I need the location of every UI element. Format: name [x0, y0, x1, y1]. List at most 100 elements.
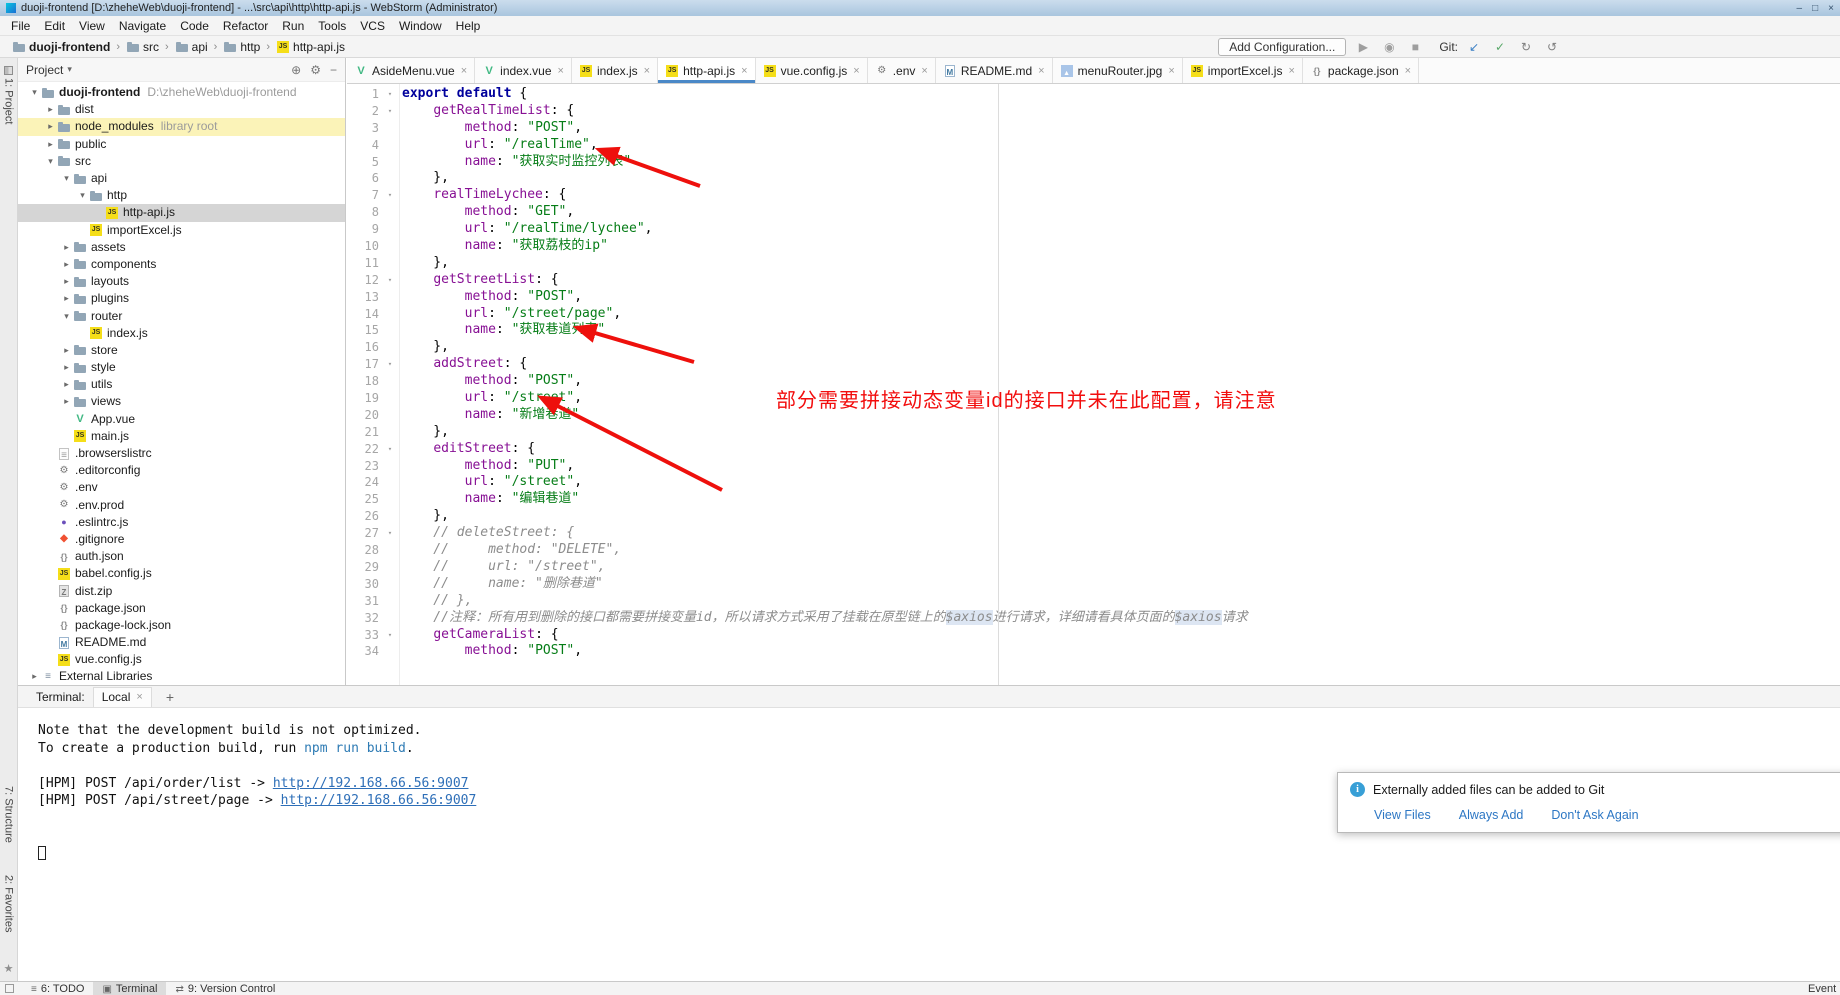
chevron-collapsed-icon[interactable]: ▸ [60, 393, 73, 410]
notification-action-always-add[interactable]: Always Add [1459, 808, 1524, 822]
code-line[interactable]: 14 url: "/street/page", [347, 306, 1840, 323]
tree-item-store[interactable]: ▸store [18, 342, 345, 359]
line-number[interactable]: 2 [347, 103, 383, 120]
settings-gear-icon[interactable]: ⚙ [310, 63, 321, 77]
tree-item-http-api-js[interactable]: http-api.js [18, 204, 345, 221]
git-history-icon[interactable]: ↺ [1542, 40, 1562, 54]
tree-item-readme-md[interactable]: README.md [18, 634, 345, 651]
add-configuration-button[interactable]: Add Configuration... [1218, 38, 1346, 56]
line-number[interactable]: 13 [347, 289, 383, 306]
tree-item-package-json[interactable]: package.json [18, 600, 345, 617]
tree-item-env[interactable]: .env [18, 479, 345, 496]
chevron-collapsed-icon[interactable]: ▸ [44, 136, 57, 153]
code-line[interactable]: 5 name: "获取实时监控列表" [347, 154, 1840, 171]
line-number[interactable]: 15 [347, 322, 383, 339]
tree-item-env-prod[interactable]: .env.prod [18, 497, 345, 514]
menu-item-tools[interactable]: Tools [311, 17, 353, 35]
editor-tab-asidemenu-vue[interactable]: AsideMenu.vue× [347, 58, 475, 83]
fold-marker-icon[interactable]: ▾ [383, 356, 397, 373]
line-number[interactable]: 12 [347, 272, 383, 289]
close-tab-icon[interactable]: × [1038, 65, 1044, 77]
code-line[interactable]: 26 }, [347, 508, 1840, 525]
line-number[interactable]: 1 [347, 86, 383, 103]
code-line[interactable]: 33▾ getCameraList: { [347, 627, 1840, 644]
line-number[interactable]: 33 [347, 627, 383, 644]
line-number[interactable]: 17 [347, 356, 383, 373]
chevron-expanded-icon[interactable]: ▾ [60, 170, 73, 187]
close-tab-icon[interactable]: × [1405, 65, 1411, 77]
code-line[interactable]: 32 //注释：所有用到删除的接口都需要拼接变量id，所以请求方式采用了挂载在原… [347, 610, 1840, 627]
tree-item-public[interactable]: ▸public [18, 136, 345, 153]
close-tab-icon[interactable]: × [558, 65, 564, 77]
tree-item-auth-json[interactable]: auth.json [18, 548, 345, 565]
line-number[interactable]: 22 [347, 441, 383, 458]
tree-item-http[interactable]: ▾http [18, 187, 345, 204]
chevron-collapsed-icon[interactable]: ▸ [44, 101, 57, 118]
terminal-cursor[interactable] [38, 846, 46, 860]
event-log-button[interactable]: Event Log [1808, 983, 1840, 995]
code-line[interactable]: 23 method: "PUT", [347, 458, 1840, 475]
maximize-button[interactable]: □ [1812, 3, 1818, 14]
code-line[interactable]: 6 }, [347, 170, 1840, 187]
chevron-expanded-icon[interactable]: ▾ [28, 84, 41, 101]
line-number[interactable]: 14 [347, 306, 383, 323]
code-line[interactable]: 27▾ // deleteStreet: { [347, 525, 1840, 542]
code-line[interactable]: 13 method: "POST", [347, 289, 1840, 306]
code-line[interactable]: 7▾ realTimeLychee: { [347, 187, 1840, 204]
tree-item-vue-config-js[interactable]: vue.config.js [18, 651, 345, 668]
fold-marker-icon[interactable]: ▾ [383, 86, 397, 103]
close-tab-icon[interactable]: × [644, 65, 650, 77]
code-line[interactable]: 1▾export default { [347, 86, 1840, 103]
project-panel-title[interactable]: Project [26, 63, 63, 77]
tree-item-package-lock-json[interactable]: package-lock.json [18, 617, 345, 634]
menu-item-edit[interactable]: Edit [37, 17, 72, 35]
locate-file-icon[interactable]: ⊕ [291, 63, 301, 77]
notification-action-view-files[interactable]: View Files [1374, 808, 1431, 822]
terminal-tab-local[interactable]: Local × [93, 687, 152, 707]
statusbar-terminal[interactable]: ▣Terminal [93, 982, 166, 995]
favorites-star-icon[interactable]: ★ [4, 962, 14, 975]
statusbar-9-version-control[interactable]: ⇄9: Version Control [166, 982, 284, 995]
tool-stripe-structure-button[interactable]: 7: Structure [3, 786, 15, 843]
code-line[interactable]: 22▾ editStreet: { [347, 441, 1840, 458]
editor-tab-package-json[interactable]: package.json× [1303, 58, 1419, 83]
code-line[interactable]: 15 name: "获取巷道列表" [347, 322, 1840, 339]
tree-item-importexcel-js[interactable]: importExcel.js [18, 222, 345, 239]
menu-item-refactor[interactable]: Refactor [216, 17, 275, 35]
line-number[interactable]: 28 [347, 542, 383, 559]
code-line[interactable]: 4 url: "/realTime", [347, 137, 1840, 154]
menu-item-vcs[interactable]: VCS [353, 17, 392, 35]
fold-marker-icon[interactable]: ▾ [383, 627, 397, 644]
tree-item-external-libraries[interactable]: ▸External Libraries [18, 668, 345, 685]
tree-item-dist-zip[interactable]: dist.zip [18, 582, 345, 599]
fold-marker-icon[interactable]: ▾ [383, 103, 397, 120]
line-number[interactable]: 7 [347, 187, 383, 204]
git-update-icon[interactable]: ↙ [1464, 40, 1484, 54]
code-line[interactable]: 9 url: "/realTime/lychee", [347, 221, 1840, 238]
chevron-collapsed-icon[interactable]: ▸ [60, 239, 73, 256]
close-tab-icon[interactable]: × [853, 65, 859, 77]
editor-tab-index-vue[interactable]: index.vue× [475, 58, 572, 83]
notification-action-don-t-ask-again[interactable]: Don't Ask Again [1551, 808, 1638, 822]
terminal-link[interactable]: http://192.168.66.56:9007 [281, 793, 477, 808]
code-line[interactable]: 21 }, [347, 424, 1840, 441]
line-number[interactable]: 26 [347, 508, 383, 525]
breadcrumb-item-http[interactable]: http [221, 40, 262, 54]
git-commit-icon[interactable]: ✓ [1490, 40, 1510, 54]
line-number[interactable]: 9 [347, 221, 383, 238]
fold-marker-icon[interactable]: ▾ [383, 272, 397, 289]
chevron-collapsed-icon[interactable]: ▸ [60, 290, 73, 307]
menu-item-view[interactable]: View [72, 17, 112, 35]
menu-item-help[interactable]: Help [449, 17, 488, 35]
menu-item-run[interactable]: Run [275, 17, 311, 35]
fold-marker-icon[interactable]: ▾ [383, 441, 397, 458]
tree-item-node-modules[interactable]: ▸node_moduleslibrary root [18, 118, 345, 135]
line-number[interactable]: 18 [347, 373, 383, 390]
code-line[interactable]: 25 name: "编辑巷道" [347, 491, 1840, 508]
tree-item-index-js[interactable]: index.js [18, 325, 345, 342]
line-number[interactable]: 10 [347, 238, 383, 255]
code-line[interactable]: 28 // method: "DELETE", [347, 542, 1840, 559]
close-tab-icon[interactable]: × [461, 65, 467, 77]
line-number[interactable]: 20 [347, 407, 383, 424]
tree-item-views[interactable]: ▸views [18, 393, 345, 410]
